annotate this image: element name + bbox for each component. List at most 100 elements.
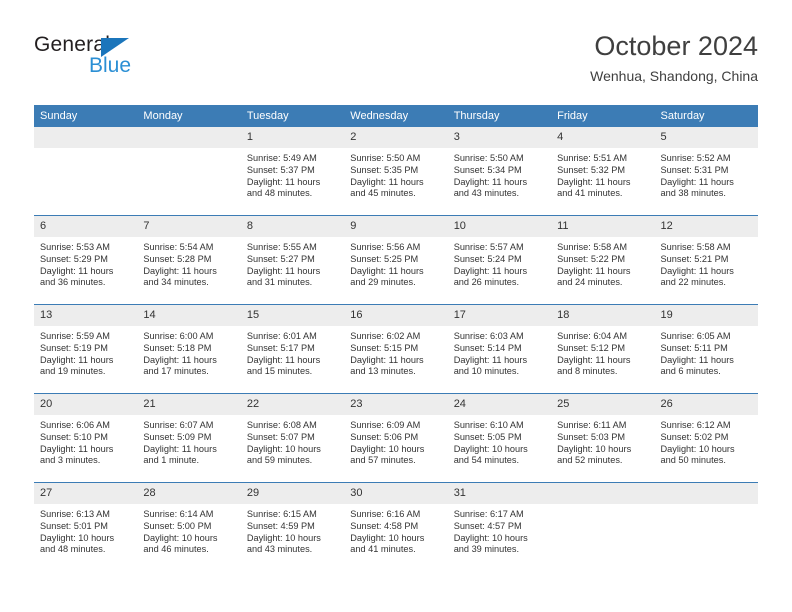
calendar-day-cell[interactable]: 1 Sunrise: 5:49 AM Sunset: 5:37 PM Daylight… xyxy=(240,127,345,216)
calendar-week-row: 13 Sunrise: 5:59 AM Sunset: 5:19 PM Dayligh… xyxy=(34,304,758,394)
daylight-text: Daylight: 10 hours xyxy=(660,443,735,454)
calendar-day-cell[interactable]: 18 Sunrise: 6:04 AM Sunset: 5:12 PM Dayligh… xyxy=(551,304,655,394)
day-number: 3 xyxy=(447,127,552,148)
day-details: Sunrise: 5:58 AM Sunset: 5:22 PM Daylight:… xyxy=(551,237,654,289)
day-cell-inner: 5 Sunrise: 5:52 AM Sunset: 5:31 PM Daylight… xyxy=(654,127,758,215)
day-number: 21 xyxy=(137,394,241,415)
calendar-day-cell[interactable]: 13 Sunrise: 5:59 AM Sunset: 5:19 PM Dayligh… xyxy=(34,304,138,394)
daylight-text: Daylight: 10 hours xyxy=(350,443,425,454)
day-number: 26 xyxy=(654,394,758,415)
sunset-text: Sunset: 5:22 PM xyxy=(557,253,626,264)
calendar-day-cell[interactable]: 9 Sunrise: 5:56 AM Sunset: 5:25 PM Daylight… xyxy=(344,215,448,305)
day-details: Sunrise: 5:51 AM Sunset: 5:32 PM Daylight:… xyxy=(551,148,654,200)
calendar-day-cell[interactable]: 5 Sunrise: 5:52 AM Sunset: 5:31 PM Daylight… xyxy=(654,127,758,216)
calendar-day-cell[interactable]: 26 Sunrise: 6:12 AM Sunset: 5:02 PM Dayligh… xyxy=(654,393,758,483)
sunrise-text: Sunrise: 5:59 AM xyxy=(40,331,110,341)
sunrise-text: Sunrise: 6:05 AM xyxy=(660,331,731,341)
calendar-cell-empty xyxy=(34,127,138,216)
calendar-day-cell[interactable]: 28 Sunrise: 6:14 AM Sunset: 5:00 PM Dayligh… xyxy=(137,482,241,571)
day-number: 29 xyxy=(240,483,345,504)
calendar-day-cell[interactable]: 20 Sunrise: 6:06 AM Sunset: 5:10 PM Dayligh… xyxy=(34,393,138,483)
sunset-text: Sunset: 5:03 PM xyxy=(557,431,626,442)
sunrise-text: Sunrise: 5:53 AM xyxy=(40,242,110,252)
calendar-cell-empty xyxy=(551,482,655,571)
daylight-text: and 29 minutes. xyxy=(350,277,416,288)
sunset-text: Sunset: 5:29 PM xyxy=(40,253,108,264)
calendar-page: General Blue October 2024 Wenhua, Shando… xyxy=(0,0,792,612)
calendar-day-cell[interactable]: 3 Sunrise: 5:50 AM Sunset: 5:34 PM Daylight… xyxy=(447,127,552,216)
day-cell-inner: 30 Sunrise: 6:16 AM Sunset: 4:58 PM Dayligh… xyxy=(344,483,448,571)
daylight-text: and 15 minutes. xyxy=(246,366,313,377)
calendar-day-cell[interactable]: 7 Sunrise: 5:54 AM Sunset: 5:28 PM Daylight… xyxy=(137,215,241,305)
daylight-text: Daylight: 11 hours xyxy=(660,176,734,187)
calendar-day-cell[interactable]: 21 Sunrise: 6:07 AM Sunset: 5:09 PM Dayligh… xyxy=(137,393,241,483)
day-cell-inner: 14 Sunrise: 6:00 AM Sunset: 5:18 PM Dayligh… xyxy=(137,305,241,393)
calendar-day-cell[interactable]: 23 Sunrise: 6:09 AM Sunset: 5:06 PM Dayligh… xyxy=(344,393,448,483)
day-number: 7 xyxy=(137,216,241,237)
calendar-day-cell[interactable]: 30 Sunrise: 6:16 AM Sunset: 4:58 PM Dayligh… xyxy=(344,482,448,571)
calendar-day-cell[interactable]: 15 Sunrise: 6:01 AM Sunset: 5:17 PM Dayligh… xyxy=(240,304,345,394)
daylight-text: Daylight: 11 hours xyxy=(453,265,528,276)
calendar-day-cell[interactable]: 17 Sunrise: 6:03 AM Sunset: 5:14 PM Dayligh… xyxy=(447,304,552,394)
sunrise-text: Sunrise: 6:06 AM xyxy=(40,420,110,430)
day-details: Sunrise: 6:04 AM Sunset: 5:12 PM Daylight:… xyxy=(551,326,654,378)
general-blue-logo[interactable]: General Blue xyxy=(34,34,194,82)
sunset-text: Sunset: 5:10 PM xyxy=(40,431,108,442)
day-number xyxy=(654,483,758,504)
day-number: 2 xyxy=(344,127,448,148)
calendar-day-cell[interactable]: 27 Sunrise: 6:13 AM Sunset: 5:01 PM Dayligh… xyxy=(34,482,138,571)
daylight-text: and 22 minutes. xyxy=(660,277,726,288)
sunset-text: Sunset: 5:00 PM xyxy=(143,520,212,531)
day-cell-inner: 21 Sunrise: 6:07 AM Sunset: 5:09 PM Dayligh… xyxy=(137,394,241,482)
daylight-text: Daylight: 10 hours xyxy=(143,532,218,543)
title-block: October 2024 Wenhua, Shandong, China xyxy=(590,30,758,86)
daylight-text: and 54 minutes. xyxy=(453,455,520,466)
day-details: Sunrise: 5:49 AM Sunset: 5:37 PM Daylight:… xyxy=(241,148,344,200)
day-details: Sunrise: 6:17 AM Sunset: 4:57 PM Daylight:… xyxy=(448,504,551,556)
sunset-text: Sunset: 5:09 PM xyxy=(143,431,212,442)
calendar-week-row: 1 Sunrise: 5:49 AM Sunset: 5:37 PM Daylight… xyxy=(34,127,758,216)
day-cell-inner: 3 Sunrise: 5:50 AM Sunset: 5:34 PM Daylight… xyxy=(447,127,552,215)
calendar-day-cell[interactable]: 8 Sunrise: 5:55 AM Sunset: 5:27 PM Daylight… xyxy=(240,215,345,305)
daylight-text: Daylight: 11 hours xyxy=(350,265,424,276)
daylight-text: and 19 minutes. xyxy=(40,366,106,377)
day-details: Sunrise: 6:10 AM Sunset: 5:05 PM Daylight:… xyxy=(448,415,551,467)
calendar-day-cell[interactable]: 12 Sunrise: 5:58 AM Sunset: 5:21 PM Dayligh… xyxy=(654,215,758,305)
daylight-text: and 8 minutes. xyxy=(557,366,618,377)
sunrise-text: Sunrise: 6:10 AM xyxy=(453,420,524,430)
day-number: 1 xyxy=(240,127,345,148)
daylight-text: and 48 minutes. xyxy=(40,544,106,555)
calendar-day-cell[interactable]: 4 Sunrise: 5:51 AM Sunset: 5:32 PM Daylight… xyxy=(551,127,655,216)
day-number: 18 xyxy=(551,305,655,326)
sunrise-text: Sunrise: 6:00 AM xyxy=(143,331,214,341)
calendar-day-cell[interactable]: 6 Sunrise: 5:53 AM Sunset: 5:29 PM Daylight… xyxy=(34,215,138,305)
calendar-day-cell[interactable]: 11 Sunrise: 5:58 AM Sunset: 5:22 PM Dayligh… xyxy=(551,215,655,305)
sunrise-text: Sunrise: 5:52 AM xyxy=(660,153,731,163)
calendar-day-cell[interactable]: 25 Sunrise: 6:11 AM Sunset: 5:03 PM Dayligh… xyxy=(551,393,655,483)
daylight-text: Daylight: 11 hours xyxy=(557,176,631,187)
daylight-text: Daylight: 10 hours xyxy=(350,532,425,543)
day-number: 27 xyxy=(34,483,138,504)
day-number: 16 xyxy=(344,305,448,326)
calendar-day-cell[interactable]: 2 Sunrise: 5:50 AM Sunset: 5:35 PM Daylight… xyxy=(344,127,448,216)
calendar-day-cell[interactable]: 14 Sunrise: 6:00 AM Sunset: 5:18 PM Dayligh… xyxy=(137,304,241,394)
sunrise-text: Sunrise: 6:02 AM xyxy=(350,331,421,341)
calendar-day-cell[interactable]: 16 Sunrise: 6:02 AM Sunset: 5:15 PM Dayligh… xyxy=(344,304,448,394)
sunrise-text: Sunrise: 5:58 AM xyxy=(660,242,731,252)
calendar-day-cell[interactable]: 29 Sunrise: 6:15 AM Sunset: 4:59 PM Dayligh… xyxy=(240,482,345,571)
daylight-text: Daylight: 10 hours xyxy=(453,532,528,543)
calendar-day-cell[interactable]: 10 Sunrise: 5:57 AM Sunset: 5:24 PM Dayligh… xyxy=(447,215,552,305)
calendar-day-cell[interactable]: 24 Sunrise: 6:10 AM Sunset: 5:05 PM Dayligh… xyxy=(447,393,552,483)
daylight-text: Daylight: 11 hours xyxy=(350,354,424,365)
daylight-text: and 48 minutes. xyxy=(246,188,313,199)
day-number: 23 xyxy=(344,394,448,415)
daylight-text: Daylight: 11 hours xyxy=(143,265,217,276)
sunset-text: Sunset: 4:58 PM xyxy=(350,520,419,531)
daylight-text: and 3 minutes. xyxy=(40,455,101,466)
day-details: Sunrise: 6:09 AM Sunset: 5:06 PM Daylight:… xyxy=(344,415,447,467)
calendar-day-cell[interactable]: 31 Sunrise: 6:17 AM Sunset: 4:57 PM Dayligh… xyxy=(447,482,552,571)
calendar-day-cell[interactable]: 22 Sunrise: 6:08 AM Sunset: 5:07 PM Dayligh… xyxy=(240,393,345,483)
calendar-week-row: 20 Sunrise: 6:06 AM Sunset: 5:10 PM Dayligh… xyxy=(34,393,758,483)
calendar-day-cell[interactable]: 19 Sunrise: 6:05 AM Sunset: 5:11 PM Dayligh… xyxy=(654,304,758,394)
day-cell-inner: 10 Sunrise: 5:57 AM Sunset: 5:24 PM Dayligh… xyxy=(447,216,552,304)
